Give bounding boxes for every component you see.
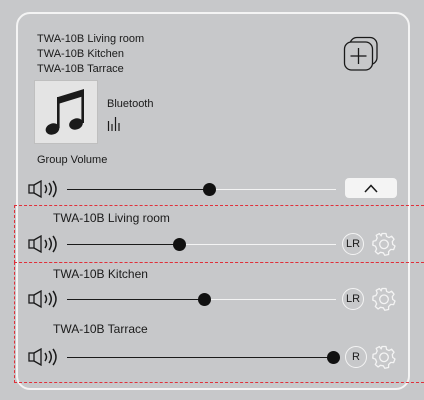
album-art xyxy=(34,80,98,144)
gear-icon[interactable] xyxy=(372,232,396,256)
zone-1-mute-button[interactable] xyxy=(28,234,58,258)
collapse-button[interactable] xyxy=(345,178,397,198)
add-speaker-button[interactable] xyxy=(343,36,379,72)
speaker-icon xyxy=(28,289,57,309)
speaker-icon xyxy=(28,179,57,199)
group-member-2: TWA-10B Kitchen xyxy=(37,48,125,60)
add-copy-icon xyxy=(343,36,378,71)
slider-fill xyxy=(67,298,205,300)
zone-name-3: TWA-10B Tarrace xyxy=(53,322,148,336)
speaker-icon xyxy=(28,347,57,367)
zone-name-2: TWA-10B Kitchen xyxy=(53,267,148,281)
slider-fill xyxy=(67,188,210,190)
equalizer-icon xyxy=(107,117,123,136)
zone-2-channel-button[interactable]: LR xyxy=(342,288,364,310)
zone-3-channel-button[interactable]: R xyxy=(345,346,367,368)
gear-icon[interactable] xyxy=(372,287,396,311)
slider-rest xyxy=(209,188,336,190)
zone-1-volume-slider[interactable] xyxy=(67,237,336,251)
music-note-icon xyxy=(45,89,84,135)
slider-knob[interactable] xyxy=(197,293,211,306)
group-member-1: TWA-10B Living room xyxy=(37,33,145,45)
speaker-icon xyxy=(28,234,57,254)
group-mute-button[interactable] xyxy=(28,179,58,203)
slider-rest xyxy=(204,298,336,300)
group-member-3: TWA-10B Tarrace xyxy=(37,63,124,75)
zone-3-mute-button[interactable] xyxy=(28,347,58,371)
slider-fill xyxy=(67,243,180,245)
group-volume-label: Group Volume xyxy=(37,154,108,166)
zone-3-volume-slider[interactable] xyxy=(67,350,340,364)
zone-1-channel-button[interactable]: LR xyxy=(342,233,364,255)
slider-rest xyxy=(179,243,336,245)
slider-knob[interactable] xyxy=(203,183,217,196)
slider-knob[interactable] xyxy=(326,351,340,364)
slider-fill xyxy=(67,356,334,358)
slider-knob[interactable] xyxy=(173,238,187,251)
zone-name-1: TWA-10B Living room xyxy=(53,211,170,225)
zone-2-volume-slider[interactable] xyxy=(67,292,336,306)
gear-icon[interactable] xyxy=(372,345,396,369)
group-volume-slider[interactable] xyxy=(67,182,336,196)
chevron-up-icon xyxy=(364,183,378,193)
source-label: Bluetooth xyxy=(107,98,154,110)
zone-2-mute-button[interactable] xyxy=(28,289,58,313)
